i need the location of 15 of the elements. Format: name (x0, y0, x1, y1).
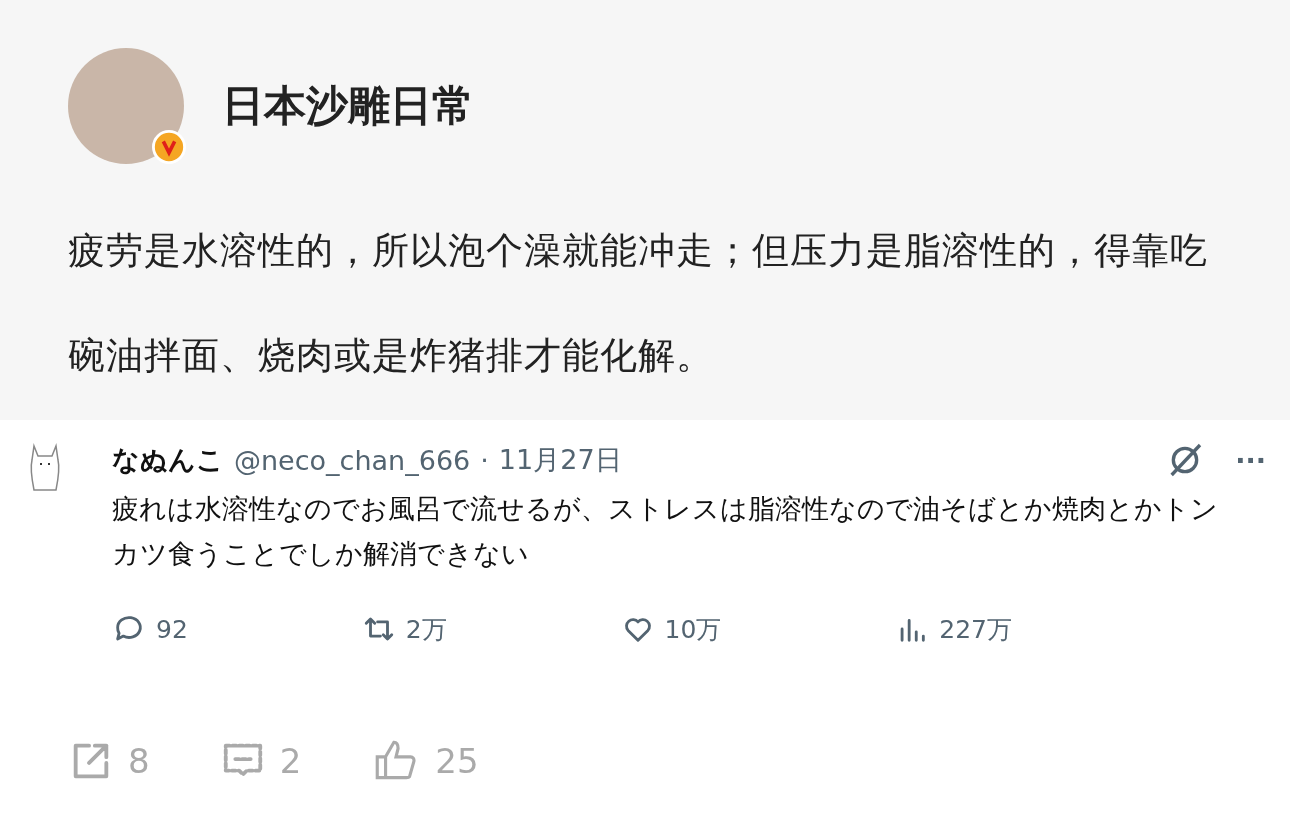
action-count: 10万 (664, 613, 722, 646)
tweet-text: 疲れは水溶性なのでお風呂で流せるが、ストレスは脂溶性なので油そばとか焼肉とかトンカツ食うことでしか解消できない (112, 492, 1219, 571)
stat-count: 2 (279, 741, 302, 781)
action-count: 92 (156, 614, 188, 644)
more-button[interactable]: ··· (1235, 444, 1266, 476)
action-count: 227万 (939, 613, 1012, 646)
author-name[interactable]: 日本沙雕日常 (222, 78, 474, 134)
stat-count: 8 (128, 741, 150, 781)
post-text: 疲劳是水溶性的，所以泡个澡就能冲走；但压力是脂溶性的，得靠吃碗油拌面、烧肉或是炸猪排才能化解。 (68, 228, 1209, 379)
post-date: 11月27日 (498, 443, 622, 477)
action-count: 2万 (405, 613, 447, 646)
user-name: なぬんこ (112, 443, 224, 477)
separator-dot: · (480, 444, 489, 476)
stat-count: 25 (435, 741, 479, 781)
user-handle: @neco_chan_666 (234, 444, 471, 476)
